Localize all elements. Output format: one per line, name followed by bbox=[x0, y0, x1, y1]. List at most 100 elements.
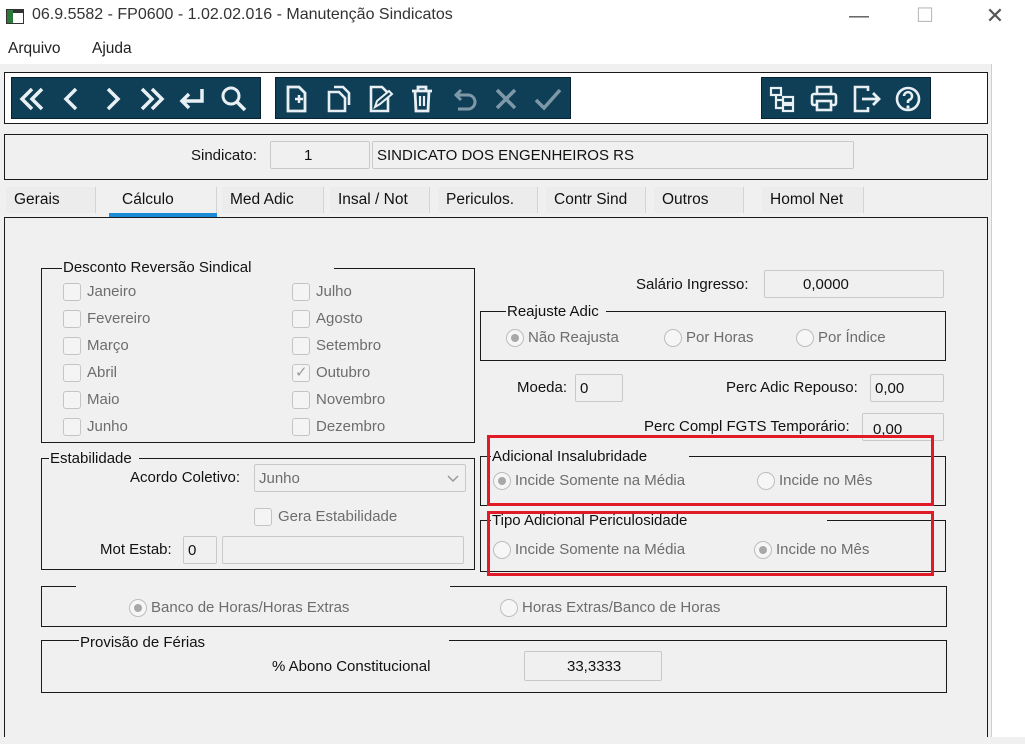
return-icon bbox=[179, 89, 204, 110]
checkbox-box[interactable] bbox=[292, 391, 310, 409]
radio-button[interactable] bbox=[664, 329, 682, 347]
maximize-button[interactable]: ☐ bbox=[902, 2, 948, 32]
checkbox-label: Agosto bbox=[316, 310, 363, 327]
checkbox-box[interactable] bbox=[292, 418, 310, 436]
checkbox-box[interactable] bbox=[292, 283, 310, 301]
abono-constitucional-field[interactable]: 33,3333 bbox=[524, 651, 662, 681]
radio-label: Não Reajusta bbox=[528, 329, 619, 346]
help-icon bbox=[895, 86, 921, 112]
checkbox-label: Fevereiro bbox=[87, 310, 151, 327]
last-icon bbox=[140, 87, 165, 111]
next-icon bbox=[106, 87, 121, 111]
mot-estab-label: Mot Estab: bbox=[100, 541, 172, 558]
checkbox-box[interactable] bbox=[63, 418, 81, 436]
checkbox-box[interactable] bbox=[63, 337, 81, 355]
sindicato-name-field[interactable]: SINDICATO DOS ENGENHEIROS RS bbox=[372, 141, 854, 169]
checkbox-box[interactable] bbox=[292, 337, 310, 355]
edit-group bbox=[275, 77, 571, 119]
tab-contr-sind[interactable]: Contr Sind bbox=[546, 187, 646, 213]
highlight-box-periculosidade bbox=[487, 511, 934, 576]
menu-arquivo[interactable]: Arquivo bbox=[8, 40, 61, 58]
tab-gerais[interactable]: Gerais bbox=[6, 187, 96, 213]
undo-icon bbox=[453, 88, 477, 111]
salario-ingresso-label: Salário Ingresso: bbox=[636, 276, 749, 293]
checkbox-label: Junho bbox=[87, 418, 128, 435]
new-record-button[interactable] bbox=[278, 81, 314, 117]
last-record-button[interactable] bbox=[134, 81, 170, 117]
radio-label: Horas Extras/Banco de Horas bbox=[522, 599, 721, 616]
tab-insal-not[interactable]: Insal / Not bbox=[330, 187, 430, 213]
provisao-ferias-title: Provisão de Férias bbox=[79, 634, 449, 651]
help-button[interactable] bbox=[890, 81, 926, 117]
copy-record-button[interactable] bbox=[320, 81, 356, 117]
moeda-field[interactable]: 0 bbox=[575, 374, 623, 402]
radio-button-selected[interactable] bbox=[129, 599, 147, 617]
exit-button[interactable] bbox=[848, 81, 884, 117]
cancel-icon bbox=[495, 88, 517, 110]
checkbox-label: Gera Estabilidade bbox=[278, 508, 398, 525]
edit-record-button[interactable] bbox=[362, 81, 398, 117]
radio-label: Por Horas bbox=[686, 329, 754, 346]
close-button[interactable]: ✕ bbox=[972, 2, 1018, 32]
status-strip bbox=[0, 737, 1025, 744]
checkbox-box[interactable] bbox=[292, 310, 310, 328]
acordo-coletivo-select[interactable]: Junho bbox=[254, 464, 466, 492]
perc-adic-repouso-label: Perc Adic Repouso: bbox=[726, 379, 858, 396]
perc-fgts-label: Perc Compl FGTS Temporário: bbox=[644, 418, 850, 435]
radio-button-selected[interactable] bbox=[506, 329, 524, 347]
first-record-button[interactable] bbox=[14, 81, 50, 117]
new-record-icon bbox=[286, 85, 307, 113]
tab-calculo[interactable]: Cálculo bbox=[109, 187, 217, 213]
app-icon bbox=[6, 9, 24, 24]
edit-record-icon bbox=[369, 85, 394, 113]
minimize-button[interactable]: — bbox=[836, 2, 882, 32]
delete-icon bbox=[412, 85, 432, 113]
mot-estab-desc-field[interactable] bbox=[222, 536, 464, 564]
mot-estab-code-field[interactable]: 0 bbox=[183, 536, 217, 564]
salario-ingresso-field[interactable]: 0,0000 bbox=[764, 270, 944, 298]
undo-button[interactable] bbox=[446, 81, 482, 117]
sindicato-code-field[interactable]: 1 bbox=[270, 141, 370, 169]
checkbox-box[interactable] bbox=[63, 364, 81, 382]
next-record-button[interactable] bbox=[94, 81, 130, 117]
search-button[interactable] bbox=[216, 81, 252, 117]
perc-adic-repouso-field[interactable]: 0,00 bbox=[870, 374, 944, 402]
return-button[interactable] bbox=[174, 81, 210, 117]
checkbox-box-checked[interactable] bbox=[292, 363, 310, 382]
tab-med-adic[interactable]: Med Adic bbox=[222, 187, 324, 213]
checkbox-label: Maio bbox=[87, 391, 120, 408]
checkbox-box[interactable] bbox=[254, 508, 272, 526]
radio-button[interactable] bbox=[796, 329, 814, 347]
checkbox-label: Setembro bbox=[316, 337, 382, 354]
toolbar bbox=[4, 72, 988, 124]
print-button[interactable] bbox=[806, 81, 842, 117]
tab-outros[interactable]: Outros bbox=[654, 187, 744, 213]
search-icon bbox=[221, 86, 247, 112]
banco-horas-title-gap bbox=[76, 578, 450, 592]
tree-icon bbox=[769, 86, 795, 113]
window-title: 06.9.5582 - FP0600 - 1.02.02.016 - Manut… bbox=[32, 6, 453, 23]
checkbox-label: Dezembro bbox=[316, 418, 386, 435]
cancel-button[interactable] bbox=[488, 81, 524, 117]
menu-ajuda[interactable]: Ajuda bbox=[92, 40, 132, 58]
acordo-coletivo-value: Junho bbox=[259, 470, 300, 487]
checkbox-label: Janeiro bbox=[87, 283, 137, 300]
tab-periculos[interactable]: Periculos. bbox=[438, 187, 538, 213]
radio-button[interactable] bbox=[500, 599, 518, 617]
confirm-button[interactable] bbox=[530, 81, 566, 117]
exit-icon bbox=[853, 85, 881, 113]
delete-button[interactable] bbox=[404, 81, 440, 117]
tree-view-button[interactable] bbox=[764, 81, 800, 117]
sindicato-label: Sindicato: bbox=[191, 147, 257, 164]
estabilidade-title: Estabilidade bbox=[49, 450, 139, 467]
tab-homol-net[interactable]: Homol Net bbox=[762, 187, 864, 213]
checkbox-label: Julho bbox=[316, 283, 352, 300]
previous-record-button[interactable] bbox=[54, 81, 90, 117]
checkbox-label: Outubro bbox=[316, 364, 371, 381]
previous-icon bbox=[63, 87, 78, 111]
checkbox-box[interactable] bbox=[63, 310, 81, 328]
checkbox-label: Novembro bbox=[316, 391, 386, 408]
checkbox-box[interactable] bbox=[63, 283, 81, 301]
print-icon bbox=[810, 85, 838, 112]
checkbox-box[interactable] bbox=[63, 391, 81, 409]
